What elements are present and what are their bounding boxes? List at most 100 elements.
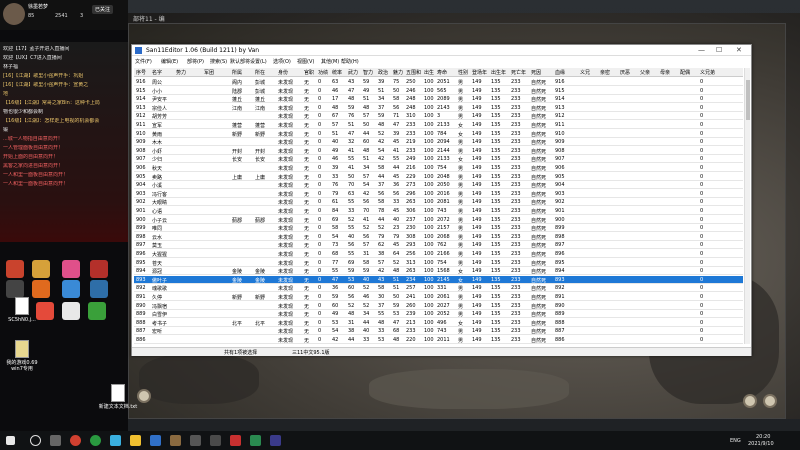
column-header[interactable]: 名字 <box>152 69 162 76</box>
scrollbar-thumb[interactable] <box>746 80 750 120</box>
column-header[interactable]: 官职 <box>304 69 314 76</box>
taskbar-app-icon[interactable] <box>190 435 201 446</box>
menu-item[interactable]: 帮助(H) <box>341 58 359 65</box>
taskbar-app-icon[interactable] <box>230 435 241 446</box>
table-row[interactable]: 888 考书子 北平 北平 未发现 无 0 53 31 44 48 47 213 100 496 女 149 13… <box>134 319 743 327</box>
table-row[interactable]: 910 黄雨 新野 新野 未发现 无 0 51 47 44 52 39 233 100 784 女 149 135… <box>134 130 743 138</box>
table-row[interactable]: 902 大眼睛 未发现 无 0 61 55 56 58 33 263 100 2081 男 149 135 23… <box>134 198 743 207</box>
minimize-button[interactable]: — <box>698 46 705 55</box>
table-row[interactable]: 904 小溪 未发现 无 0 76 70 54 37 36 273 100 2050 男 149 135 233… <box>134 181 743 190</box>
avatar[interactable] <box>3 3 25 25</box>
table-row[interactable]: 897 莫玉 未发现 无 0 73 56 57 62 45 293 100 762 男 149 135 233 自… <box>134 241 743 250</box>
maximize-button[interactable]: ☐ <box>716 46 722 55</box>
search-icon[interactable] <box>30 435 41 446</box>
app-icon[interactable] <box>90 260 108 278</box>
menu-item[interactable]: 部将(P) <box>187 58 204 65</box>
column-header[interactable]: 寿命 <box>437 69 447 76</box>
column-header[interactable]: 五围和 <box>406 69 421 76</box>
column-header[interactable]: 母亲 <box>660 69 670 76</box>
table-row[interactable]: 891 久停 新野 新野 未发现 无 0 59 56 46 30 50 241 100 2061 男 149 13… <box>134 293 743 301</box>
column-header[interactable]: 亲密 <box>600 69 610 76</box>
app-icon[interactable] <box>62 260 80 278</box>
table-row[interactable]: 899 唯同 未发现 无 0 58 55 52 52 23 230 100 2157 男 149 135 233… <box>134 224 743 233</box>
game-corner-icon[interactable] <box>743 394 757 408</box>
table-row[interactable]: 914 尹安平 蓬丘 蓬丘 未发现 无 0 17 48 51 34 58 248 100 2089 男 149 1… <box>134 95 743 104</box>
desktop-icon-file[interactable]: SC5hN0.j... <box>2 297 42 323</box>
app-icon[interactable] <box>62 280 80 298</box>
clock-time[interactable]: 20:20 <box>756 434 770 440</box>
column-header[interactable]: 出生 <box>424 69 434 76</box>
clock-date[interactable]: 2021/9/10 <box>748 441 774 447</box>
table-row[interactable]: 907 少归 长安 长安 未发现 无 0 46 55 51 42 55 249 100 2133 女 149 13… <box>134 155 743 164</box>
app-icon[interactable] <box>88 302 106 320</box>
start-icon[interactable] <box>6 436 15 445</box>
table-row[interactable]: 903 冯行客 未发现 无 0 79 63 42 56 56 296 100 2016 男 149 135 23… <box>134 190 743 198</box>
folder-icon[interactable] <box>130 435 141 446</box>
editor-titlebar[interactable]: San11Editor 1.06 (Build 1211) by Van — ☐… <box>132 45 751 56</box>
table-row[interactable]: 890 冯飘宿 未发现 无 0 60 52 52 37 59 260 100 2027 男 149 135 23… <box>134 302 743 310</box>
table-row[interactable]: 887 宏听 未发现 无 0 54 38 40 33 68 233 100 743 男 149 135 233 自… <box>134 327 743 336</box>
task-view-icon[interactable] <box>50 435 61 446</box>
taskbar-app-icon[interactable] <box>170 435 181 446</box>
table-row[interactable]: 895 苍天 未发现 无 0 77 69 58 57 52 313 100 754 男 149 135 233 自… <box>134 259 743 267</box>
table-row[interactable]: 905 卖路 上庸 上庸 未发现 无 0 33 50 57 44 45 229 100 2048 男 149 13… <box>134 173 743 181</box>
table-row[interactable]: 916 周公 阁内 彭城 未发现 无 0 63 43 59 39 75 250 100 2051 男 149 13… <box>134 78 743 86</box>
column-header[interactable]: 所属 <box>232 69 242 76</box>
column-header[interactable]: 身份 <box>278 69 288 76</box>
table-row[interactable]: 915 小小 陆郡 彭城 未发现 无 0 46 47 49 51 50 246 100 565 男 149 135… <box>134 87 743 95</box>
desktop-icon-textfile[interactable]: 新建文本文档.txt <box>98 384 138 410</box>
game-corner-icon[interactable] <box>137 389 151 403</box>
desktop-icon-game[interactable]: 我的游戏0.69 win7专用 <box>2 340 42 372</box>
menu-item[interactable]: 视图(V) <box>297 58 314 65</box>
column-header[interactable]: 序号 <box>136 69 146 76</box>
table-row[interactable]: 909 木木 未发现 无 0 40 32 60 42 45 219 100 2094 男 149 135 233… <box>134 138 743 147</box>
app-icon[interactable] <box>62 302 80 320</box>
column-header[interactable]: 死因 <box>531 69 541 76</box>
table-row[interactable]: 896 大猩猩 未发现 无 0 68 55 31 38 64 256 100 2166 男 149 135 23… <box>134 250 743 258</box>
column-header[interactable]: 功绩 <box>318 69 328 76</box>
column-header[interactable]: 军团 <box>204 69 214 76</box>
table-row[interactable]: 911 宣军 蓬营 蓬营 未发现 无 0 57 51 50 48 47 233 100 2133 女 149 13… <box>134 121 743 129</box>
table-row[interactable]: 912 胡芳芳 未发现 无 0 67 76 57 59 71 310 100 3 男 149 135 233 自然… <box>134 112 743 121</box>
menu-item[interactable]: 其他(M) <box>321 58 339 65</box>
taskbar-app-icon[interactable] <box>150 435 161 446</box>
follow-button[interactable]: 已关注 <box>92 5 114 14</box>
column-header[interactable]: 血缘 <box>555 69 565 76</box>
column-header[interactable]: 势力 <box>176 69 186 76</box>
table-row[interactable]: 893 傲叶子 金陵 金陵 未发现 无 0 47 53 40 43 51 234 100 2145 女 149 1… <box>134 275 743 284</box>
table-row[interactable]: 898 云水 未发现 无 0 54 40 56 79 79 308 100 2068 男 149 135 233… <box>134 233 743 241</box>
menu-item[interactable]: 选项(O) <box>273 58 291 65</box>
column-header[interactable]: 义兄弟 <box>700 69 715 76</box>
table-row[interactable]: 894 源冠 金陵 金陵 未发现 无 0 55 59 59 42 48 263 100 1568 女 149 13… <box>134 267 743 276</box>
menu-item[interactable]: 搜索(S) <box>210 58 227 65</box>
taskbar-app-icon[interactable] <box>210 435 221 446</box>
column-header[interactable]: 死亡年 <box>511 69 526 76</box>
menu-item[interactable]: 文件(F) <box>135 58 152 65</box>
app-icon[interactable] <box>6 260 24 278</box>
column-header[interactable]: 政治 <box>378 69 388 76</box>
game-corner-icon[interactable] <box>763 394 777 408</box>
table-row[interactable]: 900 小子云 蓟郡 蓟郡 未发现 无 0 69 52 41 44 40 237 100 2072 男 149 1… <box>134 216 743 224</box>
column-header[interactable]: 所在 <box>255 69 265 76</box>
column-header[interactable]: 性别 <box>458 69 468 76</box>
menu-item[interactable]: 默认部将设置(L) <box>230 58 267 65</box>
close-button[interactable]: ✕ <box>736 46 742 55</box>
table-row[interactable]: 913 宗俭人 江南 江南 未发现 无 0 48 59 48 37 56 248 100 2143 男 149 1… <box>134 104 743 112</box>
column-header[interactable]: 配偶 <box>680 69 690 76</box>
language-indicator[interactable]: ENG <box>730 438 741 444</box>
taskbar-app-icon[interactable] <box>250 435 261 446</box>
table-row[interactable]: 906 秋天 未发现 无 0 39 41 34 58 44 216 100 754 男 149 135 233 自… <box>134 164 743 172</box>
app-icon[interactable] <box>90 280 108 298</box>
vertical-scrollbar[interactable] <box>744 68 750 344</box>
app-icon[interactable] <box>32 260 50 278</box>
taskbar-app-icon[interactable] <box>90 435 101 446</box>
taskbar-app-icon[interactable] <box>270 435 281 446</box>
column-header[interactable]: 厌恶 <box>620 69 630 76</box>
table-row[interactable]: 901 心语 未发现 无 0 84 33 70 78 45 306 100 743 男 149 135 233 自… <box>134 207 743 215</box>
column-header[interactable]: 义兄 <box>580 69 590 76</box>
column-header[interactable]: 登场年 <box>472 69 487 76</box>
column-header[interactable]: 魅力 <box>393 69 403 76</box>
table-row[interactable]: 889 白雪伊 未发现 无 0 49 48 34 55 53 239 100 2052 男 149 135 23… <box>134 310 743 319</box>
column-header[interactable]: 智力 <box>363 69 373 76</box>
table-row[interactable]: 886 未发现 无 0 42 44 33 53 48 220 100 2011 男 149 135 233 自然… <box>134 336 743 344</box>
